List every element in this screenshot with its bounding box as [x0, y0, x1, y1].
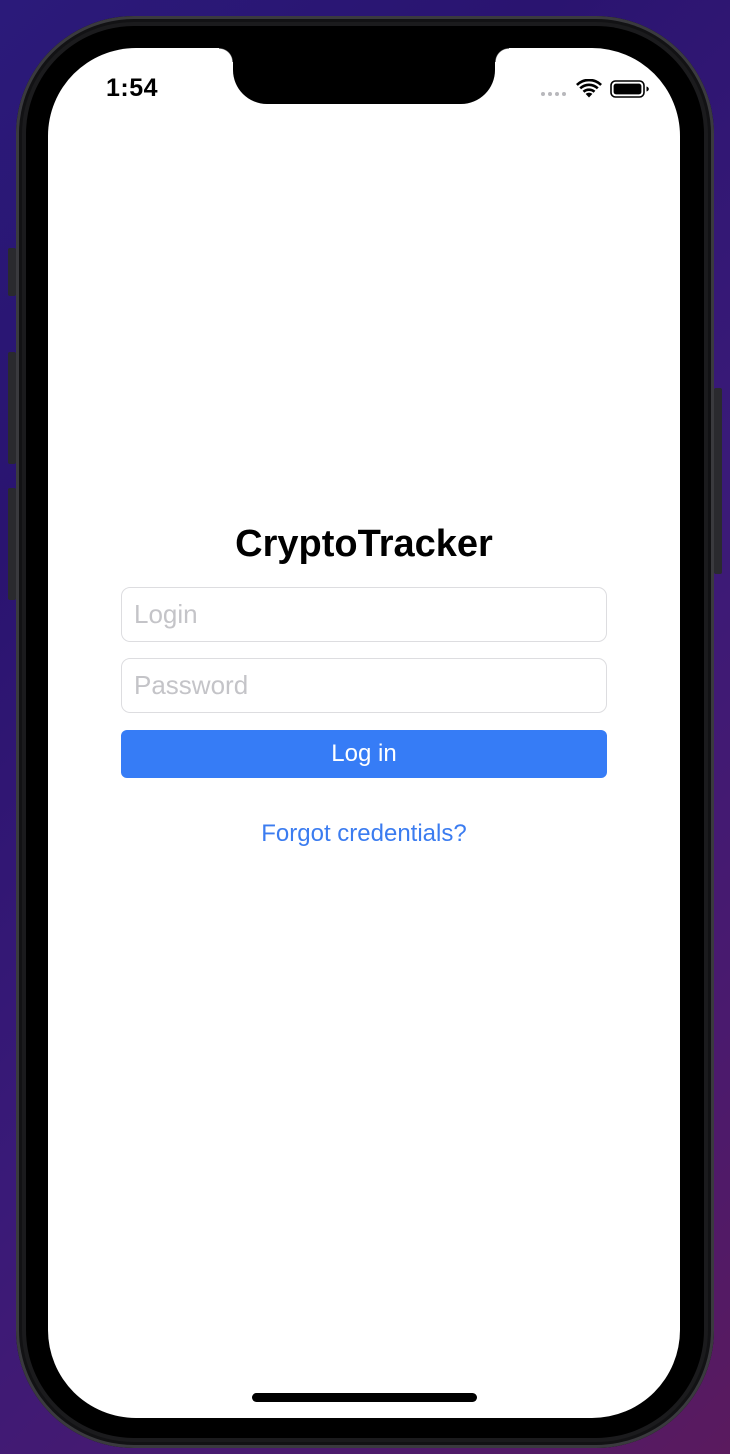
app-title: CryptoTracker	[235, 523, 493, 565]
volume-up-button	[8, 352, 16, 464]
side-button	[714, 388, 722, 574]
password-input[interactable]	[121, 658, 607, 713]
forgot-credentials-link[interactable]: Forgot credentials?	[48, 820, 680, 848]
phone-screen: 1:54 CryptoTracker Log in Forgot cr	[48, 48, 680, 1418]
login-button[interactable]: Log in	[121, 730, 607, 778]
ring-silent-switch	[8, 248, 16, 296]
home-indicator[interactable]	[252, 1393, 477, 1402]
volume-down-button	[8, 488, 16, 600]
login-input[interactable]	[121, 587, 607, 642]
login-form: CryptoTracker Log in Forgot credentials?	[48, 48, 680, 1418]
